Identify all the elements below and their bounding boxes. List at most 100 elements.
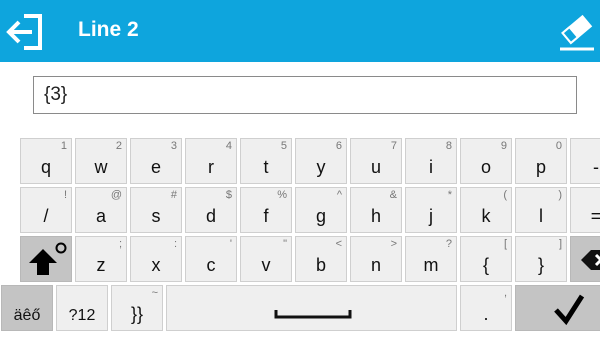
on-screen-keyboard: q1w2e3r4t5y6u7i8o9p0-_/!a@s#d$f%g^h&j*k(… xyxy=(0,138,600,344)
key-secondary-label: ~ xyxy=(151,287,158,299)
key-secondary-label: 2 xyxy=(115,140,122,152)
key-d[interactable]: d $ xyxy=(185,187,237,233)
key-j[interactable]: j * xyxy=(405,187,457,233)
eraser-icon xyxy=(560,14,594,51)
key-label: äêő xyxy=(13,307,41,324)
check-mark-icon xyxy=(554,294,585,326)
accents-key[interactable]: äêő xyxy=(1,285,53,331)
key-secondary-label: ! xyxy=(63,189,67,201)
key-label: k xyxy=(481,206,491,226)
key-q[interactable]: q1 xyxy=(20,138,72,184)
back-button[interactable] xyxy=(6,13,52,51)
shift-arrow-icon xyxy=(29,242,67,275)
key-w[interactable]: w2 xyxy=(75,138,127,184)
key-label: b xyxy=(315,255,326,275)
key-secondary-label: [ xyxy=(503,238,507,250)
key-secondary-label: ( xyxy=(503,189,507,201)
key-k[interactable]: k( xyxy=(460,187,512,233)
key-label: d xyxy=(205,206,216,226)
key-secondary-label: " xyxy=(283,238,287,250)
key-secondary-label: 3 xyxy=(170,140,177,152)
space-bar-icon xyxy=(274,310,352,319)
shift-key[interactable] xyxy=(20,236,72,282)
key-dot[interactable]: ., xyxy=(460,285,512,331)
key-secondary-label: # xyxy=(170,189,177,201)
header-bar: Line 2 xyxy=(0,0,600,62)
key-secondary-label: @ xyxy=(110,189,122,201)
key-{[interactable]: {[ xyxy=(460,236,512,282)
key-secondary-label: ; xyxy=(118,238,122,250)
key-o[interactable]: o9 xyxy=(460,138,512,184)
space-bar[interactable] xyxy=(166,285,457,331)
key-b[interactable]: b < xyxy=(295,236,347,282)
key-}[interactable]: }] xyxy=(515,236,567,282)
key-secondary-label: $ xyxy=(225,189,232,201)
key-label: z xyxy=(96,255,106,275)
backspace-icon xyxy=(581,250,600,270)
key-label: e xyxy=(150,157,161,177)
key-h[interactable]: h & xyxy=(350,187,402,233)
key-label: . xyxy=(483,304,489,324)
key-secondary-label: : xyxy=(173,238,177,250)
key-label: u xyxy=(370,157,381,177)
key-secondary-label: 5 xyxy=(280,140,287,152)
page-title: Line 2 xyxy=(78,18,139,41)
key-secondary-label: ^ xyxy=(336,189,342,201)
key-l[interactable]: l) xyxy=(515,187,567,233)
key-label: } xyxy=(537,255,544,275)
key-x[interactable]: x: xyxy=(130,236,182,282)
clear-button[interactable] xyxy=(558,11,596,53)
key-m[interactable]: m? xyxy=(405,236,457,282)
key-t[interactable]: t5 xyxy=(240,138,292,184)
key-label: a xyxy=(95,206,106,226)
key-r[interactable]: r4 xyxy=(185,138,237,184)
key-y[interactable]: y6 xyxy=(295,138,347,184)
key-label: r xyxy=(208,157,214,177)
key-secondary-label: 8 xyxy=(445,140,452,152)
key-u[interactable]: u7 xyxy=(350,138,402,184)
key-secondary-label: 4 xyxy=(225,140,232,152)
key-secondary-label: > xyxy=(390,238,397,250)
key-/[interactable]: /! xyxy=(20,187,72,233)
key-label: = xyxy=(590,206,600,226)
key-label: f xyxy=(263,206,269,226)
key-label: y xyxy=(316,157,326,177)
key-f[interactable]: f% xyxy=(240,187,292,233)
brackets-key[interactable]: }} ~ xyxy=(111,285,163,331)
key-s[interactable]: s # xyxy=(130,187,182,233)
key-g[interactable]: g ^ xyxy=(295,187,347,233)
key-a[interactable]: a @ xyxy=(75,187,127,233)
key--[interactable]: -_ xyxy=(570,138,600,184)
key-i[interactable]: i8 xyxy=(405,138,457,184)
key-label: l xyxy=(539,206,543,226)
key-label: { xyxy=(482,255,489,275)
key-label: n xyxy=(370,255,381,275)
key-e[interactable]: e3 xyxy=(130,138,182,184)
key-label: h xyxy=(370,206,381,226)
key-c[interactable]: c ' xyxy=(185,236,237,282)
key-z[interactable]: z; xyxy=(75,236,127,282)
key-label: q xyxy=(40,157,51,177)
key-label: / xyxy=(43,206,49,226)
key-v[interactable]: v " xyxy=(240,236,292,282)
key-label: s xyxy=(151,206,161,226)
key-p[interactable]: p0 xyxy=(515,138,567,184)
key-label: ?12 xyxy=(68,307,96,324)
key-secondary-label: * xyxy=(447,189,452,201)
key-secondary-label: ) xyxy=(558,189,562,201)
key-label: o xyxy=(480,157,491,177)
key-n[interactable]: n > xyxy=(350,236,402,282)
key-secondary-label: 0 xyxy=(555,140,562,152)
key-secondary-label: 9 xyxy=(500,140,507,152)
key-label: j xyxy=(429,206,433,226)
backspace-key[interactable] xyxy=(570,236,600,282)
numbers-key[interactable]: ?12 xyxy=(56,285,108,331)
key-secondary-label: < xyxy=(335,238,342,250)
key-=[interactable]: =+ xyxy=(570,187,600,233)
key-secondary-label: ] xyxy=(558,238,562,250)
confirm-button[interactable] xyxy=(515,285,600,331)
key-secondary-label: ? xyxy=(445,238,452,250)
key-label: g xyxy=(315,206,326,226)
text-input[interactable]: {3} xyxy=(33,76,577,114)
key-label: t xyxy=(263,157,269,177)
